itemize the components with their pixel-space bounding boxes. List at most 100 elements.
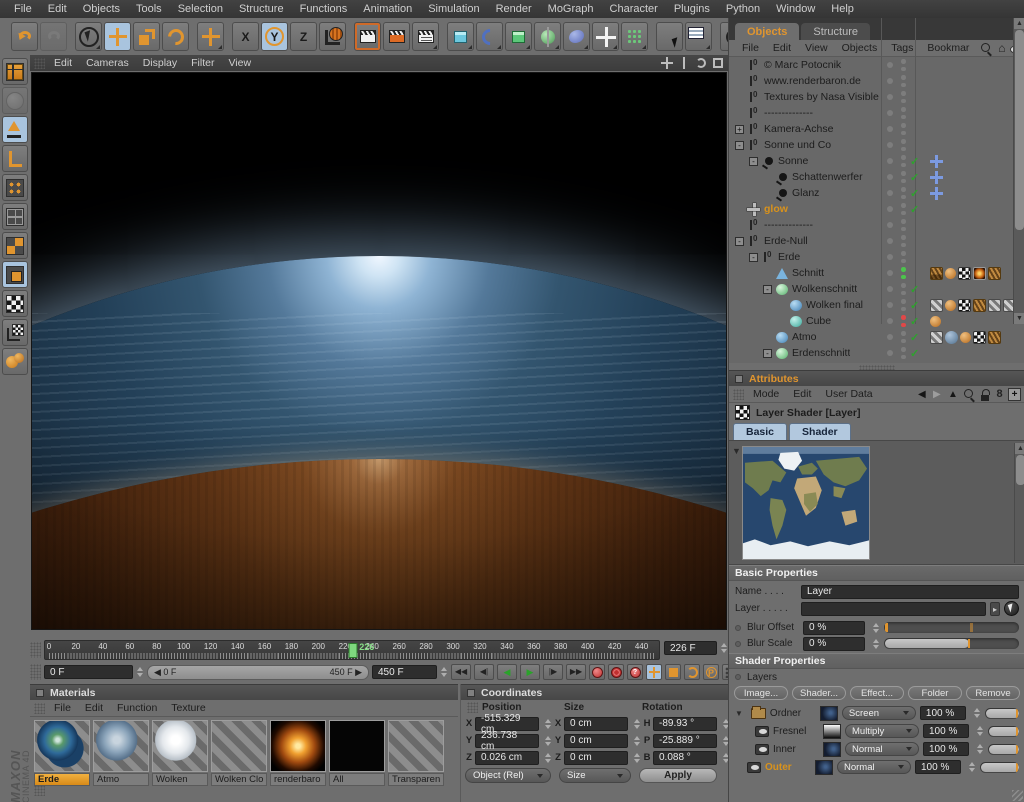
layer-dot[interactable]	[887, 302, 893, 308]
shader-layer-name[interactable]: Fresnel	[773, 726, 819, 737]
rotation-field[interactable]: -89.93 °	[653, 717, 717, 731]
blend-mode-dropdown[interactable]: Normal	[837, 760, 911, 774]
move-tool-icon[interactable]	[104, 22, 131, 51]
shader-layer-thumbnail[interactable]	[823, 742, 841, 757]
coordinate-system-icon[interactable]	[319, 22, 346, 51]
object-label[interactable]: Kamera-Achse	[764, 123, 833, 135]
layer-dot[interactable]	[887, 190, 893, 196]
visibility-dots[interactable]	[901, 123, 906, 135]
parent-up-icon[interactable]: ▲	[948, 388, 961, 401]
render-view-icon[interactable]	[354, 22, 381, 51]
basic-properties-header[interactable]: Basic Properties	[729, 565, 1024, 581]
tree-row[interactable]: - Erde-Null	[729, 233, 1024, 249]
visibility-dots[interactable]	[901, 75, 906, 87]
attributes-menu-item[interactable]: User Data	[818, 388, 879, 400]
loop-start-field[interactable]: 0 F	[44, 665, 144, 679]
layer-dot[interactable]	[887, 270, 893, 276]
expand-toggle[interactable]: -	[735, 141, 744, 150]
manager-tab[interactable]: Objects	[735, 23, 799, 40]
phong-tag[interactable]	[960, 332, 971, 343]
material-thumbnail[interactable]	[211, 720, 267, 772]
tree-row[interactable]: © Marc Potocnik	[729, 57, 1024, 73]
add-particles-icon[interactable]	[621, 22, 648, 51]
viewport-menu-item[interactable]: Cameras	[79, 57, 136, 69]
object-label[interactable]: --------------	[764, 219, 813, 231]
layer-dot[interactable]	[887, 126, 893, 132]
materials-titlebar[interactable]: Materials	[30, 684, 458, 700]
object-label[interactable]: Wolkenschnitt	[792, 283, 857, 295]
visibility-dots[interactable]	[901, 235, 906, 247]
attributes-grip[interactable]	[733, 389, 744, 400]
add-modeling-icon[interactable]	[534, 22, 561, 51]
tree-row[interactable]: - Sonne und Co	[729, 137, 1024, 153]
objects-menu-item[interactable]: Objects	[835, 42, 885, 54]
menu-item[interactable]: Render	[488, 3, 540, 15]
display-tag[interactable]	[930, 267, 943, 280]
history-back-icon[interactable]: ◀	[918, 388, 931, 401]
tree-row[interactable]: - Erdenschnitt ✓	[729, 345, 1024, 361]
material-item[interactable]: Wolken Clo	[211, 720, 267, 786]
target-tag[interactable]	[930, 155, 943, 168]
material-thumbnail[interactable]	[270, 720, 326, 772]
undo-icon[interactable]	[11, 22, 38, 51]
make-editable-icon[interactable]	[2, 58, 28, 85]
shader-layer-row[interactable]: Inner Normal 100 %	[729, 740, 1024, 758]
menu-item[interactable]: Tools	[128, 3, 170, 15]
search-icon[interactable]	[980, 42, 993, 55]
render-tag[interactable]	[988, 267, 1001, 280]
opacity-slider[interactable]	[988, 726, 1019, 737]
object-label[interactable]: Atmo	[792, 331, 817, 343]
visibility-dots[interactable]	[901, 155, 906, 167]
anim-dot-icon[interactable]	[735, 674, 741, 680]
menu-item[interactable]: Window	[768, 3, 823, 15]
bluesphere-tag[interactable]	[945, 331, 958, 344]
visibility-dots[interactable]	[901, 107, 906, 119]
rotation-field[interactable]: 0.088 °	[653, 751, 717, 765]
coordinates-grip[interactable]	[467, 702, 478, 713]
enable-check[interactable]: ✓	[910, 203, 924, 216]
key-position-toggle[interactable]	[646, 664, 662, 680]
loop-end-field[interactable]: 450 F	[372, 665, 448, 679]
blur-scale-input[interactable]: 0 %	[803, 637, 865, 651]
expand-toggle[interactable]: -	[735, 237, 744, 246]
coordinates-titlebar[interactable]: Coordinates	[461, 684, 728, 700]
tree-row[interactable]: --------------	[729, 105, 1024, 121]
blur-offset-slider[interactable]	[884, 622, 1019, 633]
play-forward-button[interactable]: ▶	[520, 664, 540, 680]
preview-range-slider[interactable]: ◀ 0 F 450 F ▶	[147, 665, 369, 680]
layer-dot[interactable]	[887, 94, 893, 100]
opacity-field[interactable]: 100 %	[923, 742, 969, 756]
add-icon[interactable]: +	[1008, 388, 1021, 401]
pick-object-icon[interactable]	[1004, 601, 1019, 616]
object-label[interactable]: Erde	[778, 251, 800, 263]
layer-link-field[interactable]	[801, 602, 986, 616]
material-thumbnail[interactable]	[152, 720, 208, 772]
tree-row[interactable]: Textures by Nasa Visible Eart	[729, 89, 1024, 105]
layer-action-button[interactable]: Effect...	[850, 686, 904, 700]
material-thumbnail[interactable]	[34, 720, 90, 772]
polygons-mode-icon[interactable]	[2, 232, 28, 259]
checker-tag[interactable]	[958, 299, 971, 312]
scroll-thumb[interactable]	[1016, 455, 1024, 485]
target-tag[interactable]	[930, 171, 943, 184]
attribute-tab[interactable]: Basic	[733, 423, 787, 440]
frame-stepper[interactable]	[719, 642, 728, 654]
enable-check[interactable]: ✓	[910, 171, 924, 184]
attribute-tab[interactable]: Shader	[789, 423, 851, 440]
model-mode-icon[interactable]	[2, 116, 28, 143]
render-tag[interactable]	[988, 331, 1001, 344]
tree-scrollbar[interactable]: ▲ ▼	[1013, 57, 1024, 324]
next-frame-button[interactable]: |▶	[543, 664, 563, 680]
position-field[interactable]: 0.026 cm	[475, 751, 539, 765]
disclosure-icon[interactable]: ▼	[732, 446, 741, 456]
add-generator-icon[interactable]	[505, 22, 532, 51]
target-tag[interactable]	[930, 187, 943, 200]
object-label[interactable]: Sonne	[778, 155, 808, 167]
render-settings-icon[interactable]	[412, 22, 439, 51]
opacity-slider[interactable]	[988, 744, 1019, 755]
phong-tag[interactable]	[945, 300, 956, 311]
goto-end-button[interactable]: ▶▶	[566, 664, 586, 680]
blur-scale-slider[interactable]	[884, 638, 1019, 649]
lock-y-axis[interactable]: Y	[261, 22, 288, 51]
tree-row[interactable]: - Sonne ✓	[729, 153, 1024, 169]
